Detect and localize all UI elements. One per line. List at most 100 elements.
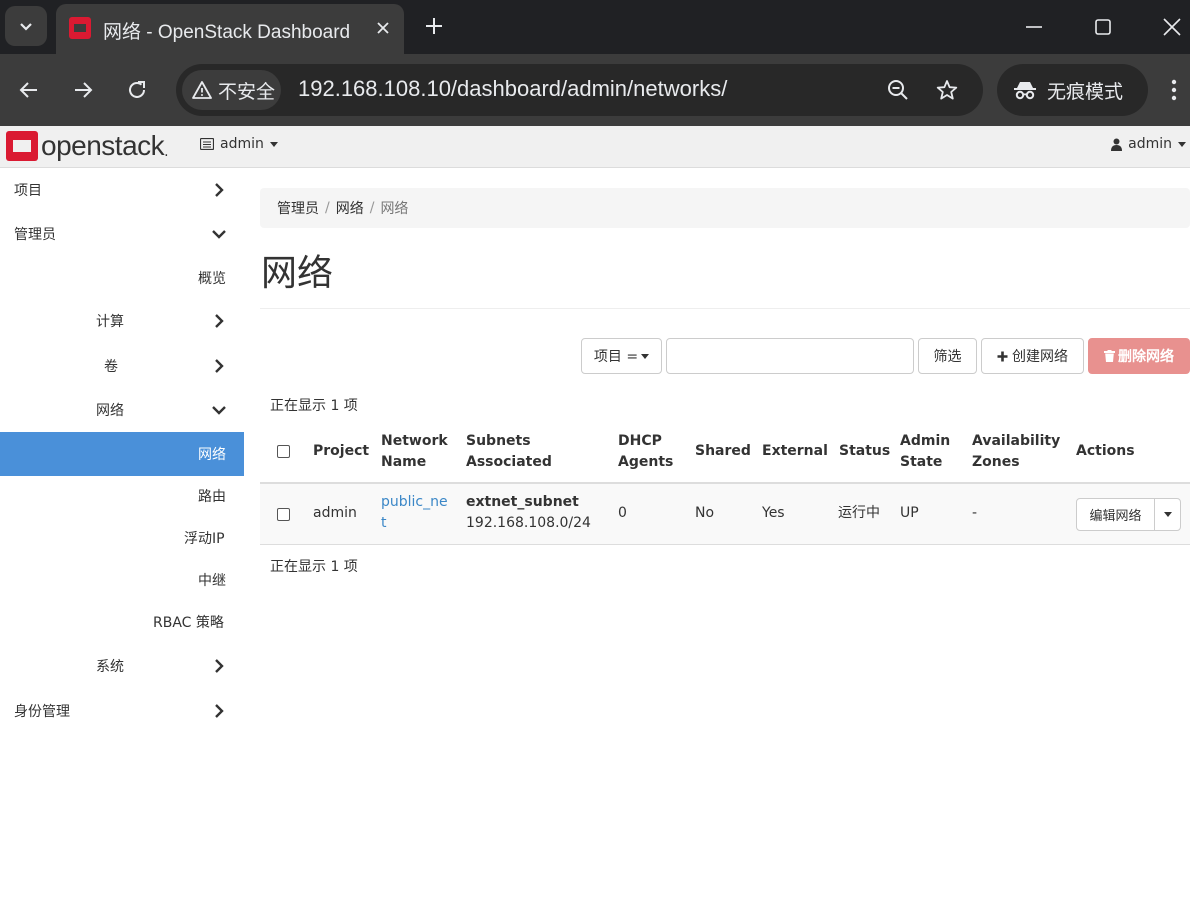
sidebar-item-label: 身份管理 — [14, 704, 70, 720]
sidebar-item-label: 网络 — [96, 403, 124, 419]
filter-field-select[interactable]: 项目 = — [581, 338, 662, 374]
caret-down-icon — [269, 141, 278, 147]
openstack-logo[interactable]: openstack. — [6, 130, 169, 162]
sidebar-item-identity[interactable]: 身份管理 — [0, 689, 244, 733]
logo-trademark: . — [164, 144, 169, 160]
address-bar[interactable]: 不安全 192.168.108.10/dashboard/admin/netwo… — [176, 64, 983, 116]
sidebar-item-routers[interactable]: 路由 — [0, 474, 244, 518]
sidebar-item-label: RBAC 策略 — [153, 615, 224, 631]
column-header-actions: Actions — [1076, 443, 1135, 459]
column-header-admin-state[interactable]: Admin State — [900, 431, 950, 473]
row-checkbox[interactable] — [277, 508, 290, 521]
sidebar-item-volume[interactable]: 卷 — [0, 344, 244, 388]
chevron-down-icon — [210, 225, 228, 243]
breadcrumb-separator: / — [369, 200, 375, 216]
minimize-button[interactable] — [1011, 7, 1057, 47]
user-icon — [1111, 138, 1123, 151]
item-count: 正在显示 1 项 — [270, 398, 358, 414]
column-header-project[interactable]: Project — [313, 441, 369, 462]
zoom-button[interactable] — [884, 76, 912, 104]
browser-menu-button[interactable] — [1160, 70, 1188, 110]
star-icon — [936, 80, 958, 100]
warning-icon — [192, 81, 212, 99]
column-header-availability-zones[interactable]: Availability Zones — [972, 431, 1060, 473]
sidebar-item-networks[interactable]: 网络 — [0, 432, 244, 476]
cell-status: 运行中 — [838, 505, 880, 521]
chevron-right-icon — [210, 657, 228, 675]
project-dropdown[interactable]: admin — [200, 136, 278, 152]
maximize-button[interactable] — [1080, 7, 1126, 47]
column-header-status[interactable]: Status — [839, 441, 890, 462]
zoom-out-icon — [888, 80, 908, 100]
sidebar-item-floating-ips[interactable]: 浮动IP — [0, 516, 244, 560]
divider — [260, 308, 1190, 309]
sidebar-item-overview[interactable]: 概览 — [0, 256, 244, 300]
arrow-right-icon — [75, 82, 93, 98]
column-header-network-name[interactable]: Network Name — [381, 431, 448, 473]
sidebar-item-trunks[interactable]: 中继 — [0, 558, 244, 602]
page-title: 网络 — [261, 253, 334, 294]
user-dropdown[interactable]: admin — [1111, 136, 1186, 152]
sidebar-item-label: 路由 — [198, 489, 226, 505]
new-tab-button[interactable] — [418, 10, 450, 42]
sidebar: 项目 管理员 概览 计算 卷 网络 网络 路由 浮动IP 中继 RBAC 策略 … — [0, 168, 244, 900]
filter-input[interactable] — [666, 338, 914, 374]
breadcrumb: 管理员 / 网络 / 网络 — [260, 188, 1190, 228]
reload-button[interactable] — [117, 70, 157, 110]
cell-external: Yes — [762, 505, 785, 521]
column-header-external[interactable]: External — [762, 441, 828, 462]
openstack-favicon-icon — [69, 17, 91, 39]
minimize-icon — [1026, 26, 1042, 28]
cell-admin-state: UP — [900, 505, 919, 521]
sidebar-item-network-group[interactable]: 网络 — [0, 388, 244, 432]
sidebar-item-label: 系统 — [96, 659, 124, 675]
forward-button[interactable] — [63, 70, 103, 110]
chevron-right-icon — [210, 312, 228, 330]
row-actions: 编辑网络 — [1076, 498, 1181, 531]
sidebar-item-label: 卷 — [104, 359, 118, 375]
project-name: admin — [220, 136, 264, 152]
back-button[interactable] — [9, 70, 49, 110]
sidebar-item-label: 网络 — [198, 447, 226, 463]
tab-close-button[interactable] — [370, 15, 396, 41]
column-header-shared[interactable]: Shared — [695, 441, 751, 462]
column-header-dhcp-agents[interactable]: DHCP Agents — [618, 431, 673, 473]
more-vertical-icon — [1171, 79, 1177, 101]
url-text[interactable]: 192.168.108.10/dashboard/admin/networks/ — [298, 76, 727, 102]
sidebar-item-admin[interactable]: 管理员 — [0, 212, 244, 256]
table-header: Project Network Name Subnets Associated DH… — [260, 420, 1190, 484]
sidebar-item-label: 管理员 — [14, 227, 56, 243]
delete-network-button[interactable]: 删除网络 — [1088, 338, 1190, 374]
security-chip[interactable]: 不安全 — [182, 70, 281, 110]
sidebar-item-project[interactable]: 项目 — [0, 168, 244, 212]
breadcrumb-separator: / — [325, 200, 330, 216]
sidebar-item-compute[interactable]: 计算 — [0, 299, 244, 343]
bookmark-button[interactable] — [933, 76, 961, 104]
openstack-header: openstack. admin admin — [0, 126, 1190, 168]
tab-title: 网络 - OpenStack Dashboard — [103, 22, 351, 43]
browser-tab[interactable]: 网络 - OpenStack Dashboard — [56, 4, 404, 54]
browser-tabstrip: 网络 - OpenStack Dashboard — [0, 0, 1190, 54]
column-header-subnets[interactable]: Subnets Associated — [466, 431, 552, 473]
select-all-checkbox[interactable] — [277, 445, 290, 458]
cell-project: admin — [313, 505, 357, 521]
close-window-button[interactable] — [1149, 7, 1190, 47]
cell-shared: No — [695, 505, 715, 521]
browser-toolbar: 不安全 192.168.108.10/dashboard/admin/netwo… — [0, 54, 1190, 126]
create-network-button[interactable]: 创建网络 — [981, 338, 1084, 374]
tab-search-button[interactable] — [5, 6, 47, 46]
edit-network-button[interactable]: 编辑网络 — [1077, 499, 1155, 530]
row-actions-dropdown-toggle[interactable] — [1155, 499, 1180, 530]
cell-availability-zones: - — [972, 505, 978, 521]
breadcrumb-item[interactable]: 管理员 — [277, 198, 319, 218]
breadcrumb-item[interactable]: 网络 — [336, 198, 364, 218]
sidebar-item-system[interactable]: 系统 — [0, 644, 244, 688]
filter-field-label: 项目 = — [593, 349, 639, 365]
sidebar-item-rbac[interactable]: RBAC 策略 — [0, 600, 244, 644]
reload-icon — [129, 81, 145, 98]
network-name-link[interactable]: public_ne t — [381, 492, 448, 534]
cell-subnets: extnet_subnet 192.168.108.0/24 — [466, 494, 591, 531]
incognito-indicator[interactable]: 无痕模式 — [997, 64, 1148, 116]
filter-button[interactable]: 筛选 — [918, 338, 977, 374]
chevron-down-icon — [210, 401, 228, 419]
